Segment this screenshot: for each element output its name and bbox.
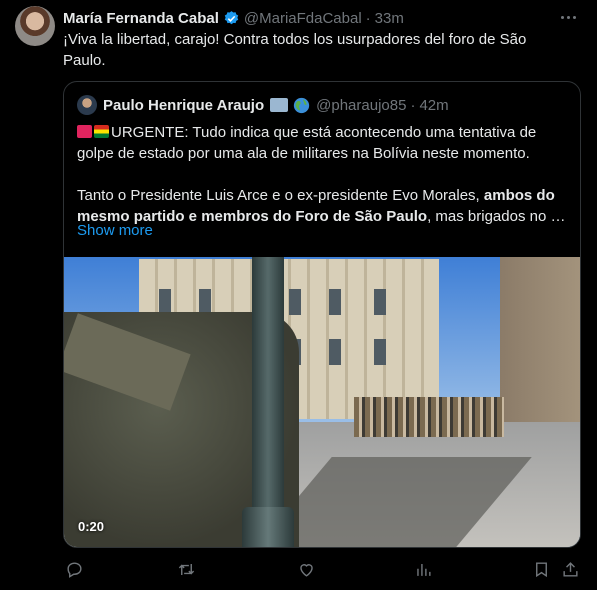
- quote-line-2-post: , mas brigados no …: [427, 208, 566, 225]
- quote-author-avatar[interactable]: [77, 95, 97, 115]
- views-icon[interactable]: [412, 558, 434, 580]
- bolivia-flag-emoji-icon: [94, 125, 109, 138]
- video-timestamp: 0:20: [78, 519, 105, 534]
- quote-line-1: URGENTE: Tudo indica que está acontecend…: [77, 124, 537, 162]
- verified-badge-icon: [224, 10, 239, 24]
- tweet-text: ¡Viva la libertad, carajo! Contra todos …: [63, 31, 527, 69]
- author-avatar[interactable]: [15, 6, 55, 46]
- author-name[interactable]: María Fernanda Cabal: [63, 10, 219, 27]
- lamp-pole: [252, 257, 284, 547]
- tweet-actions: [63, 558, 583, 584]
- tweet-time[interactable]: 33m: [375, 10, 404, 27]
- soldiers-crowd: [354, 397, 504, 437]
- retweet-icon[interactable]: [175, 558, 197, 580]
- newspaper-emoji-icon: [270, 98, 289, 112]
- quote-author-handle[interactable]: @pharaujo85: [316, 97, 406, 114]
- video-player[interactable]: 0:20: [64, 257, 580, 547]
- more-icon[interactable]: [557, 8, 579, 26]
- tweet-header: María Fernanda Cabal @MariaFdaCabal · 33…: [63, 8, 404, 28]
- reply-icon[interactable]: [63, 558, 85, 580]
- quote-line-2-pre: Tanto o Presidente Luis Arce e o ex-pres…: [77, 187, 484, 204]
- quoted-tweet[interactable]: Paulo Henrique Araujo @pharaujo85 · 42m …: [63, 81, 581, 548]
- quote-header-separator: ·: [410, 96, 416, 114]
- bookmark-icon[interactable]: [530, 558, 552, 580]
- share-icon[interactable]: [559, 558, 581, 580]
- globe-emoji-icon: [293, 97, 310, 113]
- author-handle[interactable]: @MariaFdaCabal: [244, 10, 362, 27]
- siren-emoji-icon: [77, 125, 92, 138]
- like-icon[interactable]: [295, 558, 317, 580]
- quote-time[interactable]: 42m: [419, 97, 448, 114]
- quote-header: Paulo Henrique Araujo @pharaujo85 · 42m: [77, 94, 449, 116]
- quote-text: URGENTE: Tudo indica que está acontecend…: [77, 122, 572, 227]
- quote-author-name[interactable]: Paulo Henrique Araujo: [103, 97, 264, 114]
- header-separator: ·: [365, 9, 371, 27]
- show-more-link[interactable]: Show more: [77, 222, 153, 239]
